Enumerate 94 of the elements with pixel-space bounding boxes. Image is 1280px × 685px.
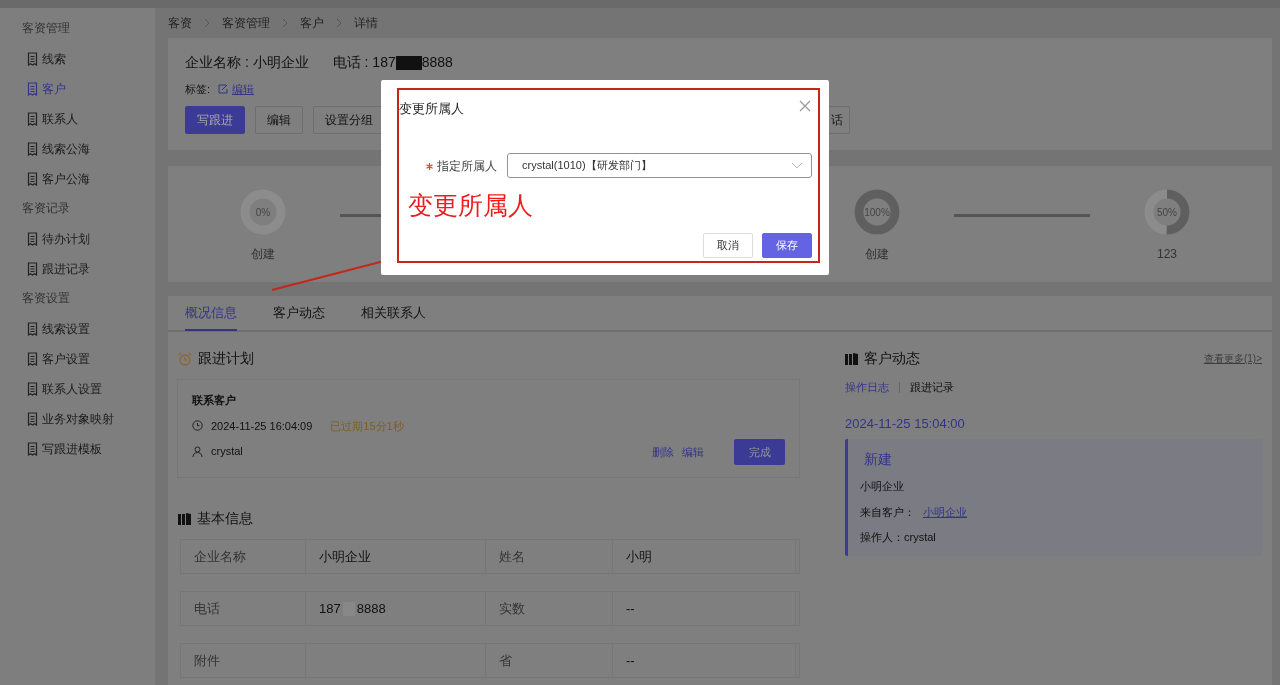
plan-action-link[interactable]: 编辑 (682, 443, 704, 461)
action-button[interactable]: 写跟进 (185, 105, 245, 134)
chevron-icon (336, 18, 342, 28)
document-icon (27, 232, 38, 246)
section-title: 客户动态 (864, 349, 920, 368)
breadcrumb-item[interactable]: 客资 (168, 14, 192, 32)
dialog-button[interactable]: 取消 (703, 233, 753, 258)
document-icon (27, 352, 38, 366)
document-icon (27, 112, 38, 126)
section-title: 跟进计划 (198, 349, 254, 368)
section-title: 基本信息 (197, 509, 253, 528)
document-icon (27, 382, 38, 396)
person-icon (192, 445, 203, 457)
stage-label: 创建 (251, 246, 275, 263)
stage-label: 创建 (865, 246, 889, 263)
sidebar-group-title: 客资记录 (22, 200, 71, 217)
document-icon (27, 82, 38, 96)
annotation-text: 变更所属人 (408, 191, 533, 221)
close-button[interactable] (799, 100, 811, 112)
sidebar-item[interactable]: 写跟进模板 (27, 434, 155, 464)
owner-select[interactable]: crystal(1010)【研发部门】 (507, 153, 812, 178)
entry-text: 操作人：crystal (860, 530, 937, 545)
sidebar-item[interactable]: 线索 (27, 44, 155, 74)
field-label: 姓名 (486, 540, 613, 573)
sidebar-item[interactable]: 客户 (27, 74, 155, 104)
filter-tab[interactable]: 跟进记录 (910, 379, 954, 396)
sidebar-item[interactable]: 线索设置 (27, 314, 155, 344)
sidebar-item[interactable]: 联系人 (27, 104, 155, 134)
redaction-mark (395, 56, 422, 71)
field-value: 小明企业 (319, 547, 371, 566)
edit-tags-link[interactable]: 编辑 (218, 81, 255, 98)
company-name: 企业名称 : 小明企业 (185, 53, 309, 72)
chevron-icon (282, 18, 288, 28)
stage-label: 123 (1157, 246, 1177, 263)
field-value: 8888 (356, 599, 386, 618)
plan-time: 2024-11-25 16:04:09 (211, 418, 313, 434)
plan-owner: crystal (211, 444, 243, 459)
document-icon (27, 142, 38, 156)
field-label: 附件 (181, 644, 306, 677)
entry-label: 来自客户： (860, 504, 915, 520)
tab[interactable]: 概况信息 (185, 295, 237, 331)
breadcrumb-item[interactable]: 客资管理 (222, 14, 270, 32)
field-value: -- (626, 599, 635, 618)
document-icon (27, 262, 38, 276)
filter-tab[interactable]: 操作日志 (845, 379, 889, 396)
phone-number: 电话 : 187 (332, 54, 396, 70)
book-icon (178, 512, 191, 525)
sidebar-group-title: 客资管理 (22, 20, 71, 37)
field-value: 小明 (626, 547, 652, 566)
sidebar-item[interactable]: 客户设置 (27, 344, 155, 374)
dialog-title: 变更所属人 (399, 100, 464, 118)
sidebar-item[interactable]: 待办计划 (27, 224, 155, 254)
document-icon (27, 172, 38, 186)
tab[interactable]: 相关联系人 (361, 295, 426, 331)
alarm-clock-icon (178, 351, 192, 366)
edit-icon (218, 84, 229, 95)
field-label: 指定所属人 (437, 158, 497, 173)
field-label: 实数 (486, 592, 613, 625)
tab[interactable]: 客户动态 (273, 295, 325, 331)
field-value: 187 (319, 599, 341, 618)
document-icon (27, 52, 38, 66)
chevron-down-icon (791, 162, 803, 169)
document-icon (27, 412, 38, 426)
task-title: 联系客户 (192, 393, 237, 408)
entry-title: 新建 (864, 450, 893, 469)
book-icon (845, 352, 858, 365)
sidebar-item[interactable]: 联系人设置 (27, 374, 155, 404)
phone-number: 8888 (421, 54, 453, 70)
close-icon (799, 100, 811, 112)
field-label: 电话 (181, 592, 306, 625)
sidebar-item[interactable]: 跟进记录 (27, 254, 155, 284)
breadcrumb-item: 详情 (354, 15, 378, 32)
sidebar-item[interactable]: 客户公海 (27, 164, 155, 194)
field-value: -- (626, 651, 635, 670)
complete-button[interactable]: 完成 (734, 439, 785, 465)
document-icon (27, 322, 38, 336)
view-more-link[interactable]: 查看更多(1)> (1203, 351, 1262, 366)
sidebar-group-title: 客资设置 (22, 290, 71, 307)
breadcrumb-item[interactable]: 客户 (300, 14, 324, 32)
overdue-text: 已过期15分1秒 (330, 418, 404, 434)
plan-action-link[interactable]: 删除 (652, 443, 674, 461)
activity-date: 2024-11-25 15:04:00 (845, 414, 966, 433)
sidebar-item[interactable]: 线索公海 (27, 134, 155, 164)
sidebar-item[interactable]: 业务对象映射 (27, 404, 155, 434)
field-label: 企业名称 (181, 540, 306, 573)
clock-icon (192, 420, 203, 432)
chevron-icon (204, 18, 210, 28)
document-icon (27, 442, 38, 456)
customer-link[interactable]: 小明企业 (923, 503, 967, 520)
action-button[interactable]: 编辑 (255, 105, 303, 134)
field-label: 省 (486, 644, 613, 677)
entry-text: 小明企业 (860, 479, 905, 494)
tags-label: 标签: (185, 82, 211, 97)
dialog-button[interactable]: 保存 (762, 233, 812, 258)
